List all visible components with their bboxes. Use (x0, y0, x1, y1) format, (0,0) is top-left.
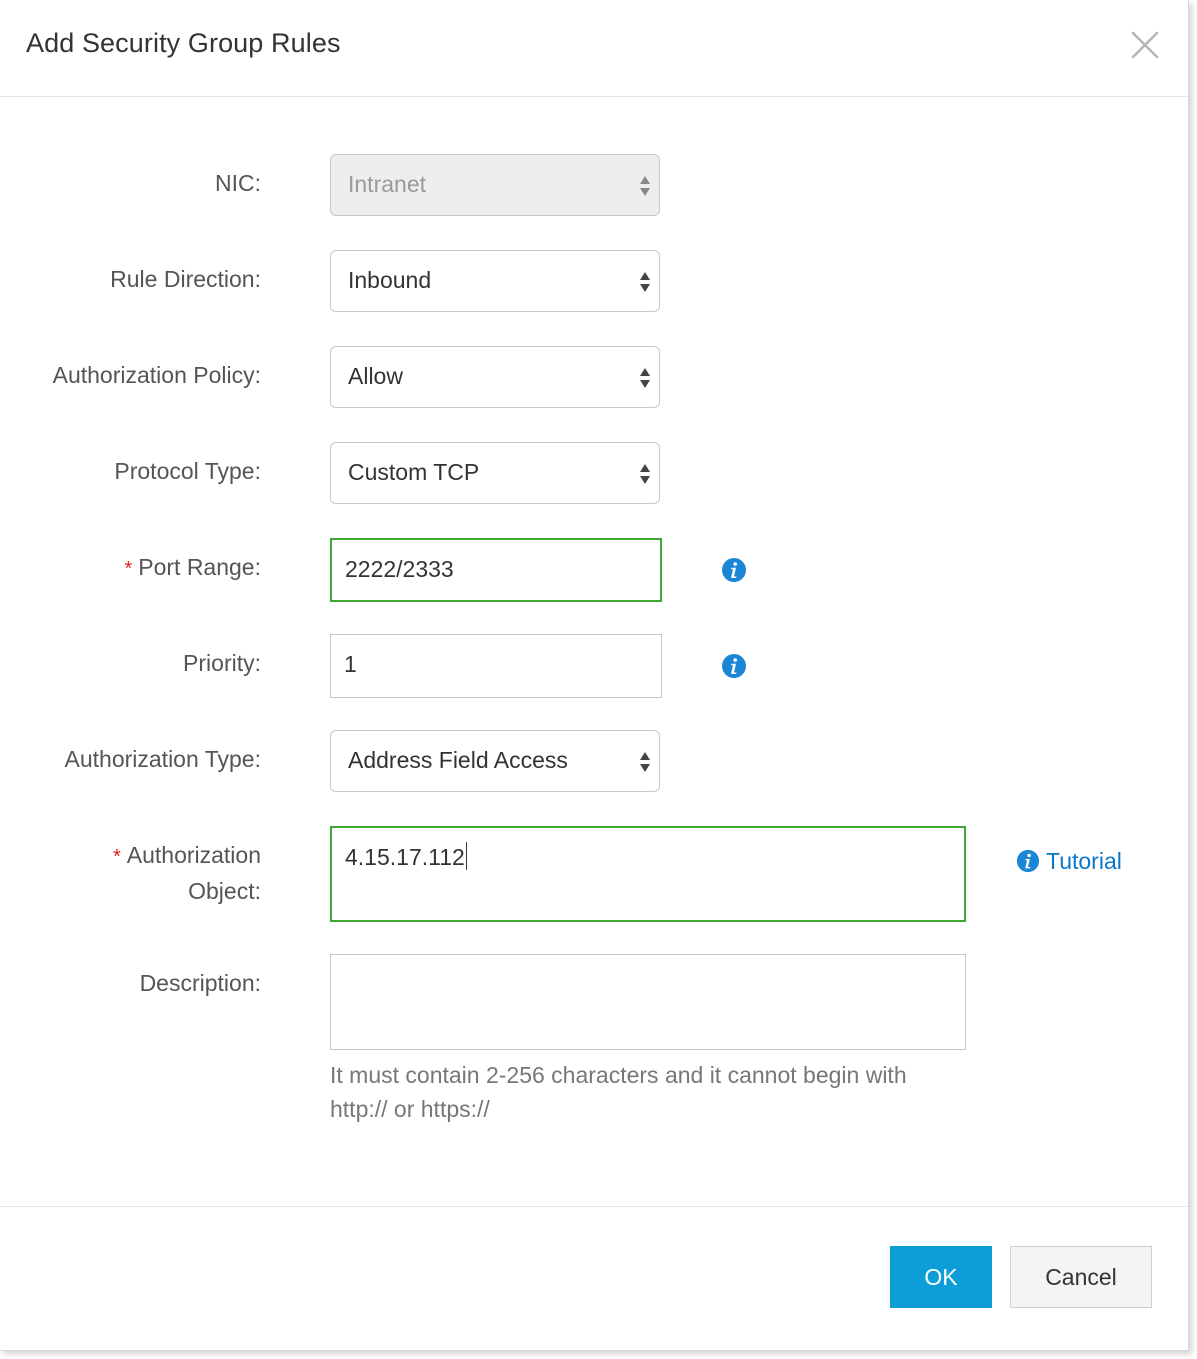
authorization-object-label: * Authorization Object: (113, 838, 261, 908)
authorization-policy-label: Authorization Policy: (52, 362, 261, 388)
select-arrows-icon (640, 368, 650, 388)
add-security-group-rules-dialog: Add Security Group Rules NIC: Intranet R… (0, 0, 1189, 1351)
nic-label: NIC: (215, 170, 261, 196)
authorization-object-label-line2: Object: (188, 878, 261, 904)
info-icon[interactable] (721, 653, 747, 679)
cancel-button[interactable]: Cancel (1010, 1246, 1152, 1308)
port-range-input-value: 2222/2333 (345, 556, 454, 582)
description-hint-line2: http:// or https:// (330, 1096, 490, 1122)
select-arrows-icon (640, 752, 650, 772)
rule-direction-label: Rule Direction: (110, 266, 261, 292)
select-arrows-icon (640, 464, 650, 484)
port-range-label-text: Port Range: (138, 554, 261, 580)
priority-input[interactable]: 1 (330, 634, 662, 698)
port-range-input[interactable]: 2222/2333 (330, 538, 662, 602)
ok-button[interactable]: OK (890, 1246, 992, 1308)
priority-input-value: 1 (344, 651, 357, 677)
dialog-footer-divider (0, 1206, 1188, 1207)
rule-direction-select[interactable]: Inbound (330, 250, 660, 312)
dialog-title: Add Security Group Rules (26, 28, 341, 58)
nic-select: Intranet (330, 154, 660, 216)
info-icon (1016, 849, 1040, 873)
tutorial-link-label: Tutorial (1046, 847, 1122, 874)
authorization-object-label-line1: Authorization (126, 842, 261, 868)
close-icon (1131, 31, 1159, 59)
authorization-type-select-value: Address Field Access (348, 747, 568, 773)
rule-direction-select-value: Inbound (348, 267, 432, 293)
protocol-type-select[interactable]: Custom TCP (330, 442, 660, 504)
tutorial-link[interactable]: Tutorial (1016, 846, 1122, 876)
required-mark: * (124, 558, 133, 580)
authorization-object-textarea[interactable]: 4.15.17.112 (330, 826, 966, 922)
info-icon[interactable] (721, 557, 747, 583)
close-button[interactable] (1128, 28, 1162, 62)
authorization-policy-select[interactable]: Allow (330, 346, 660, 408)
text-caret (465, 842, 467, 870)
authorization-policy-select-value: Allow (348, 363, 403, 389)
protocol-type-label: Protocol Type: (114, 458, 261, 484)
description-hint: It must contain 2-256 characters and it … (330, 1058, 970, 1126)
description-label: Description: (139, 970, 261, 996)
port-range-label: * Port Range: (124, 554, 261, 581)
select-arrows-icon (640, 176, 650, 196)
authorization-object-value-wrap: 4.15.17.112 (345, 842, 467, 871)
nic-select-value: Intranet (348, 171, 426, 197)
protocol-type-select-value: Custom TCP (348, 459, 480, 485)
description-hint-line1: It must contain 2-256 characters and it … (330, 1062, 907, 1088)
authorization-object-value: 4.15.17.112 (345, 844, 465, 870)
select-arrows-icon (640, 272, 650, 292)
dialog-header: Add Security Group Rules (0, 0, 1188, 97)
required-mark: * (112, 846, 121, 868)
authorization-type-select[interactable]: Address Field Access (330, 730, 660, 792)
priority-label: Priority: (183, 650, 261, 676)
authorization-type-label: Authorization Type: (64, 746, 261, 772)
description-textarea[interactable] (330, 954, 966, 1050)
